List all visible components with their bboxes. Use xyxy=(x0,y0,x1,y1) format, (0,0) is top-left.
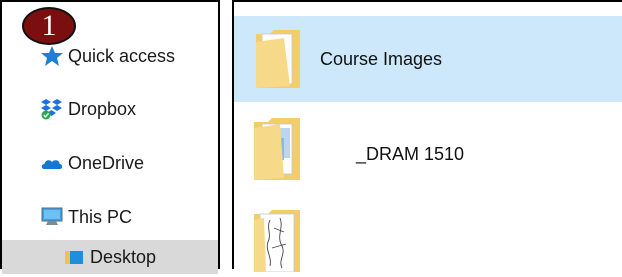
dropbox-icon xyxy=(40,98,64,120)
nav-item-quick-access[interactable]: Quick access xyxy=(2,39,218,73)
folder-icon xyxy=(250,116,302,187)
navigation-pane: 1 Quick access Dropbox OneDrive This PC … xyxy=(0,0,220,274)
onedrive-cloud-icon xyxy=(40,152,64,174)
file-name: Course Images xyxy=(320,49,443,69)
file-list-pane: Course Images _DRAM 1510 xyxy=(232,0,622,273)
desktop-folder-icon xyxy=(64,246,88,268)
nav-label: Desktop xyxy=(90,246,157,267)
nav-item-onedrive[interactable]: OneDrive xyxy=(2,146,218,180)
nav-item-this-pc[interactable]: This PC xyxy=(2,200,218,234)
folder-with-sketches-icon xyxy=(250,208,302,277)
file-name: _DRAM 1510 xyxy=(356,144,465,164)
this-pc-monitor-icon xyxy=(40,206,64,228)
folder-icon xyxy=(254,28,302,95)
step-number: 1 xyxy=(41,9,57,42)
file-item-course-images[interactable]: Course Images xyxy=(234,16,622,102)
step-number-badge: 1 xyxy=(22,7,76,45)
nav-label: Quick access xyxy=(68,45,176,66)
nav-label: Dropbox xyxy=(68,98,137,119)
file-item-dram-1510[interactable]: _DRAM 1510 xyxy=(234,112,622,192)
quick-access-star-icon xyxy=(40,45,64,67)
nav-label: This PC xyxy=(68,206,133,227)
nav-label: OneDrive xyxy=(68,152,145,173)
file-item-sketches-folder[interactable] xyxy=(234,202,622,273)
nav-item-dropbox[interactable]: Dropbox xyxy=(2,92,218,126)
